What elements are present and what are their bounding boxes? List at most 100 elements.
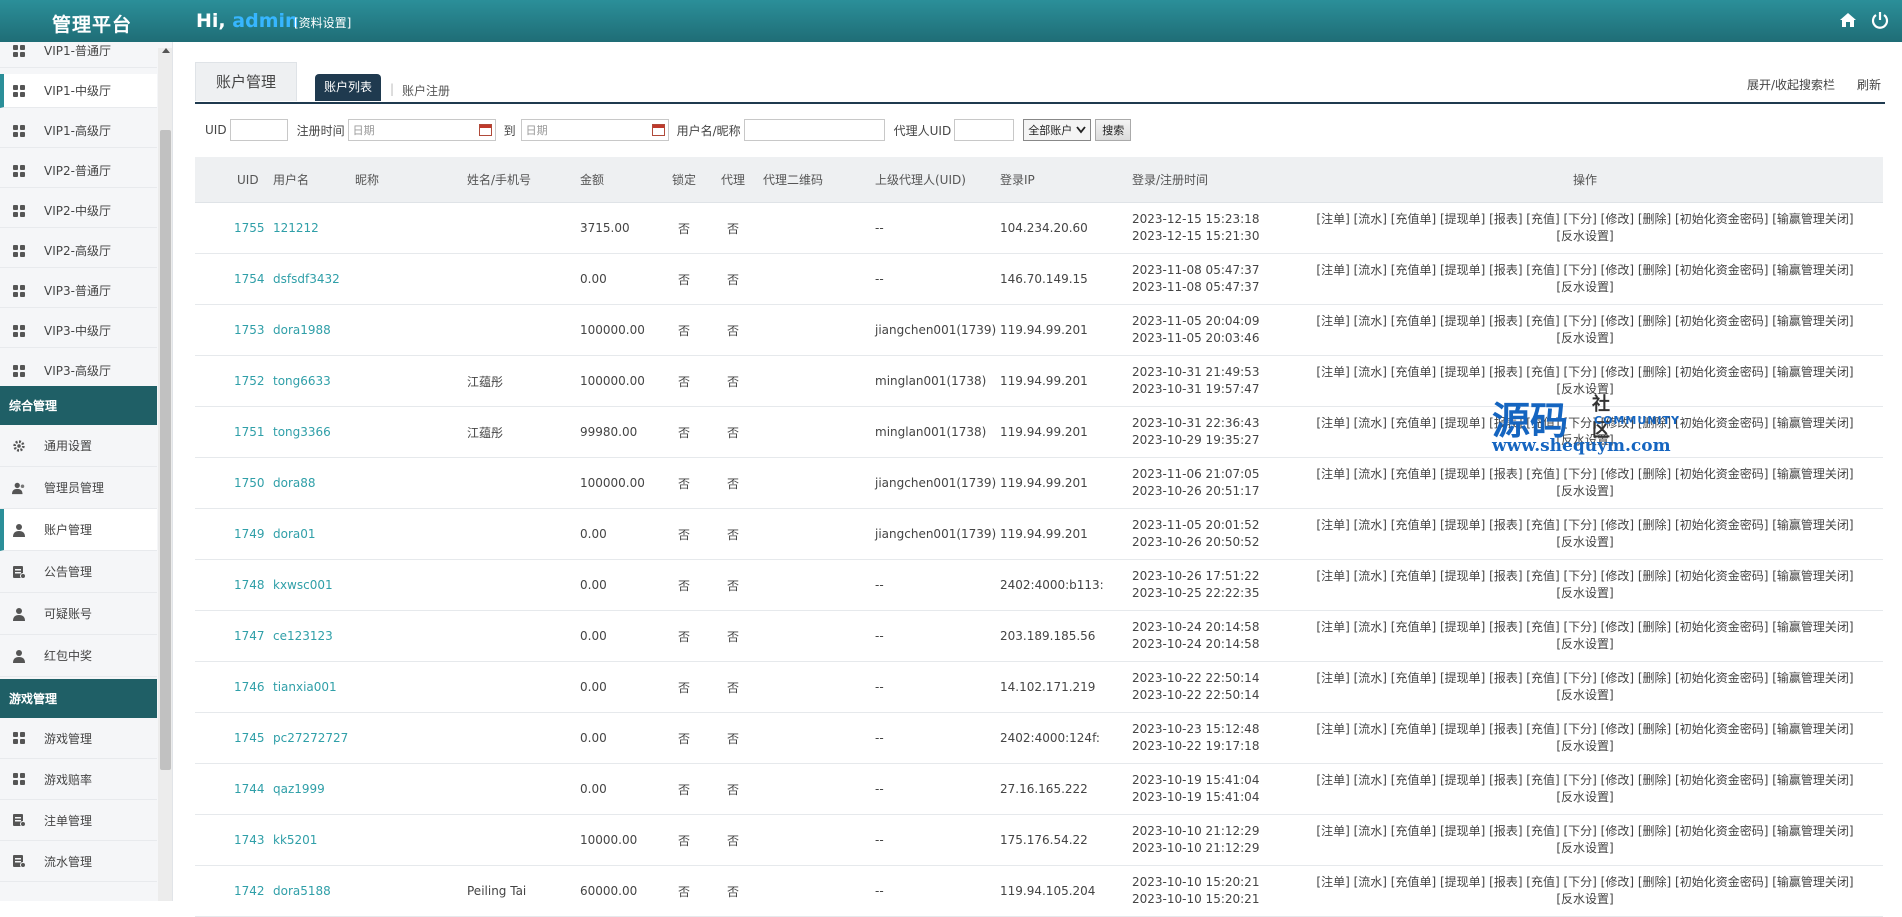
sidebar-item[interactable]: 通用设置: [0, 425, 157, 467]
username-cell[interactable]: kxwsc001: [273, 559, 355, 611]
rebate-settings-link[interactable]: [反水设置]: [1287, 381, 1883, 398]
sidebar-item[interactable]: 账户管理: [0, 509, 157, 551]
sidebar-item[interactable]: 管理员管理: [0, 467, 157, 509]
operations-links[interactable]: [注单] [流水] [充值单] [提现单] [报表] [充值] [下分] [修改…: [1287, 313, 1883, 330]
power-icon[interactable]: [1870, 10, 1890, 30]
rebate-settings-link[interactable]: [反水设置]: [1287, 432, 1883, 449]
sidebar-item[interactable]: 流水管理: [0, 841, 157, 882]
profile-settings-link[interactable]: [资料设置]: [294, 14, 351, 31]
uid-cell[interactable]: 1746: [195, 661, 273, 713]
column-header: 上级代理人(UID): [875, 157, 1000, 203]
uid-cell[interactable]: 1751: [195, 406, 273, 458]
sidebar-item[interactable]: VIP1-中级厅: [0, 74, 157, 108]
rebate-settings-link[interactable]: [反水设置]: [1287, 534, 1883, 551]
uid-input[interactable]: [229, 119, 288, 141]
username-cell[interactable]: dora01: [273, 508, 355, 560]
nickname-cell: [355, 712, 467, 764]
account-type-select[interactable]: 全部账户: [1023, 119, 1092, 141]
sidebar-item[interactable]: VIP1-普通厅: [0, 42, 157, 68]
toggle-search-link[interactable]: 展开/收起搜索栏: [1747, 76, 1835, 93]
rebate-settings-link[interactable]: [反水设置]: [1287, 483, 1883, 500]
uid-cell[interactable]: 1752: [195, 355, 273, 407]
scroll-up-arrow-icon[interactable]: [162, 48, 170, 53]
username-cell[interactable]: kk5201: [273, 814, 355, 866]
rebate-settings-link[interactable]: [反水设置]: [1287, 840, 1883, 857]
rebate-settings-link[interactable]: [反水设置]: [1287, 636, 1883, 653]
home-icon[interactable]: [1838, 10, 1858, 30]
uid-cell[interactable]: 1745: [195, 712, 273, 764]
operations-links[interactable]: [注单] [流水] [充值单] [提现单] [报表] [充值] [下分] [修改…: [1287, 466, 1883, 483]
agent-uid-input[interactable]: [954, 119, 1015, 141]
username-cell[interactable]: tong3366: [273, 406, 355, 458]
rebate-settings-link[interactable]: [反水设置]: [1287, 228, 1883, 245]
end-date-input[interactable]: 日期: [520, 119, 669, 141]
sidebar-item[interactable]: VIP3-中级厅: [0, 314, 157, 348]
username-cell[interactable]: tong6633: [273, 355, 355, 407]
operations-links[interactable]: [注单] [流水] [充值单] [提现单] [报表] [充值] [下分] [修改…: [1287, 619, 1883, 636]
sidebar-item[interactable]: 注单管理: [0, 800, 157, 841]
uid-cell[interactable]: 1742: [195, 865, 273, 917]
rebate-settings-link[interactable]: [反水设置]: [1287, 738, 1883, 755]
operations-links[interactable]: [注单] [流水] [充值单] [提现单] [报表] [充值] [下分] [修改…: [1287, 670, 1883, 687]
username-cell[interactable]: ce123123: [273, 610, 355, 662]
username-cell[interactable]: pc27272727: [273, 712, 355, 764]
operations-links[interactable]: [注单] [流水] [充值单] [提现单] [报表] [充值] [下分] [修改…: [1287, 721, 1883, 738]
rebate-settings-link[interactable]: [反水设置]: [1287, 585, 1883, 602]
uid-cell[interactable]: 1754: [195, 253, 273, 305]
rebate-settings-link[interactable]: [反水设置]: [1287, 279, 1883, 296]
sidebar-item[interactable]: 游戏管理: [0, 718, 157, 759]
sidebar-scrollbar-thumb[interactable]: [160, 130, 171, 770]
operations-links[interactable]: [注单] [流水] [充值单] [提现单] [报表] [充值] [下分] [修改…: [1287, 874, 1883, 891]
search-button[interactable]: 搜索: [1095, 119, 1132, 141]
uid-cell[interactable]: 1755: [195, 202, 273, 254]
operations-links[interactable]: [注单] [流水] [充值单] [提现单] [报表] [充值] [下分] [修改…: [1287, 211, 1883, 228]
sidebar-item[interactable]: 公告管理: [0, 551, 157, 593]
calendar-icon[interactable]: [651, 124, 665, 136]
sidebar-item[interactable]: VIP2-普通厅: [0, 154, 157, 188]
sidebar-section-general[interactable]: 综合管理: [0, 386, 157, 425]
qr-cell: [763, 406, 875, 458]
username-cell[interactable]: qaz1999: [273, 763, 355, 815]
table-row: 1750 dora88 100000.00 否 否 jiangchen001(1…: [195, 457, 1883, 509]
tab-account-register[interactable]: 账户注册: [402, 82, 450, 99]
uid-cell[interactable]: 1743: [195, 814, 273, 866]
rebate-settings-link[interactable]: [反水设置]: [1287, 891, 1883, 908]
sidebar-item[interactable]: VIP3-高级厅: [0, 354, 157, 388]
sidebar-item[interactable]: VIP3-普通厅: [0, 274, 157, 308]
rebate-settings-link[interactable]: [反水设置]: [1287, 789, 1883, 806]
username-cell[interactable]: tianxia001: [273, 661, 355, 713]
operations-links[interactable]: [注单] [流水] [充值单] [提现单] [报表] [充值] [下分] [修改…: [1287, 364, 1883, 381]
operations-links[interactable]: [注单] [流水] [充值单] [提现单] [报表] [充值] [下分] [修改…: [1287, 772, 1883, 789]
sidebar-section-game[interactable]: 游戏管理: [0, 679, 157, 718]
operations-links[interactable]: [注单] [流水] [充值单] [提现单] [报表] [充值] [下分] [修改…: [1287, 415, 1883, 432]
username-input[interactable]: [743, 119, 885, 141]
start-date-input[interactable]: 日期: [347, 119, 496, 141]
uid-cell[interactable]: 1750: [195, 457, 273, 509]
operations-links[interactable]: [注单] [流水] [充值单] [提现单] [报表] [充值] [下分] [修改…: [1287, 517, 1883, 534]
uid-cell[interactable]: 1748: [195, 559, 273, 611]
refresh-link[interactable]: 刷新: [1857, 76, 1881, 93]
uid-cell[interactable]: 1749: [195, 508, 273, 560]
username-cell[interactable]: 121212: [273, 202, 355, 254]
rebate-settings-link[interactable]: [反水设置]: [1287, 687, 1883, 704]
tab-account-list[interactable]: 账户列表: [315, 74, 382, 101]
rebate-settings-link[interactable]: [反水设置]: [1287, 330, 1883, 347]
uid-cell[interactable]: 1744: [195, 763, 273, 815]
sidebar-item[interactable]: 游戏赔率: [0, 759, 157, 800]
operations-links[interactable]: [注单] [流水] [充值单] [提现单] [报表] [充值] [下分] [修改…: [1287, 262, 1883, 279]
username-cell[interactable]: dsfsdf3432: [273, 253, 355, 305]
calendar-icon[interactable]: [478, 124, 492, 136]
uid-cell[interactable]: 1753: [195, 304, 273, 356]
sidebar-item[interactable]: VIP1-高级厅: [0, 114, 157, 148]
sidebar-item[interactable]: 红包中奖: [0, 635, 157, 677]
username-cell[interactable]: dora88: [273, 457, 355, 509]
sidebar-item[interactable]: VIP2-高级厅: [0, 234, 157, 268]
sidebar-item[interactable]: 可疑账号: [0, 593, 157, 635]
username-cell[interactable]: dora1988: [273, 304, 355, 356]
operations-links[interactable]: [注单] [流水] [充值单] [提现单] [报表] [充值] [下分] [修改…: [1287, 823, 1883, 840]
operations-links[interactable]: [注单] [流水] [充值单] [提现单] [报表] [充值] [下分] [修改…: [1287, 568, 1883, 585]
register-time: 2023-12-15 15:21:30: [1132, 229, 1260, 243]
sidebar-item[interactable]: VIP2-中级厅: [0, 194, 157, 228]
username-cell[interactable]: dora5188: [273, 865, 355, 917]
uid-cell[interactable]: 1747: [195, 610, 273, 662]
